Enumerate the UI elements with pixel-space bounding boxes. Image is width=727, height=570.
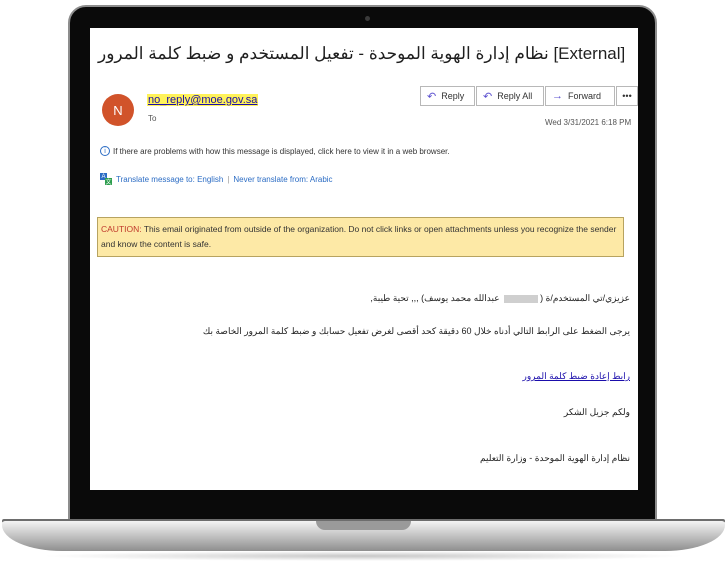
- greeting-start: عزيزي/تي المستخدم/ة (: [540, 293, 630, 303]
- forward-icon: →: [552, 90, 563, 102]
- translate-separator: |: [227, 174, 230, 184]
- email-subject: نظام إدارة الهوية الموحدة - تفعيل المستخ…: [98, 44, 626, 63]
- instruction-line: يرجى الضغط على الرابط التالي أدناه خلال …: [202, 326, 630, 336]
- translate-icon: A 文: [100, 173, 112, 186]
- display-problem-bar[interactable]: i If there are problems with how this me…: [100, 146, 450, 156]
- forward-button[interactable]: → Forward: [545, 86, 615, 106]
- reply-all-label: Reply All: [497, 91, 533, 101]
- to-label: To: [148, 114, 157, 123]
- avatar-initial: N: [113, 102, 123, 118]
- thanks-line: ولكم جزيل الشكر: [563, 407, 630, 417]
- sender-address[interactable]: no_reply@moe.gov.sa: [147, 94, 259, 106]
- translate-to-english-link[interactable]: Translate message to: English: [116, 175, 223, 184]
- laptop-shadow: [40, 551, 687, 561]
- reply-icon: ↶: [427, 90, 437, 103]
- redacted-name: [504, 294, 539, 303]
- password-reset-link[interactable]: رابط إعادة ضبط كلمة المرور: [522, 371, 630, 382]
- translate-bar: A 文 Translate message to: English | Neve…: [100, 173, 333, 186]
- webcam: [365, 16, 370, 21]
- caution-text: This email originated from outside of th…: [101, 224, 617, 249]
- greeting-line: عزيزي/تي المستخدم/ة ( عبدالله محمد يوسف)…: [370, 293, 630, 304]
- reply-label: Reply: [441, 91, 465, 101]
- never-translate-link[interactable]: Never translate from: Arabic: [233, 175, 332, 184]
- more-actions-icon: •••: [622, 91, 632, 101]
- email-reading-pane: نظام إدارة الهوية الموحدة - تفعيل المستخ…: [90, 28, 638, 490]
- forward-label: Forward: [568, 91, 602, 101]
- caution-label: CAUTION:: [101, 224, 142, 234]
- screen-bezel: [90, 490, 638, 518]
- display-problem-text: If there are problems with how this mess…: [113, 146, 450, 156]
- signature-line: نظام إدارة الهوية الموحدة - وزارة التعلي…: [480, 453, 630, 463]
- caution-banner: CAUTION: This email originated from outs…: [97, 217, 624, 257]
- sender-avatar[interactable]: N: [102, 94, 134, 126]
- reply-all-icon: ↶: [483, 90, 493, 103]
- sent-date: Wed 3/31/2021 6:18 PM: [545, 118, 632, 127]
- reply-all-button[interactable]: ↶ Reply All: [476, 86, 544, 106]
- laptop-notch: [316, 521, 411, 530]
- info-icon: i: [100, 146, 110, 156]
- greeting-end: عبدالله محمد يوسف) ,,, تحية طيبة,: [370, 293, 503, 303]
- reply-button[interactable]: ↶ Reply: [420, 86, 475, 106]
- more-actions-button[interactable]: •••: [616, 86, 638, 106]
